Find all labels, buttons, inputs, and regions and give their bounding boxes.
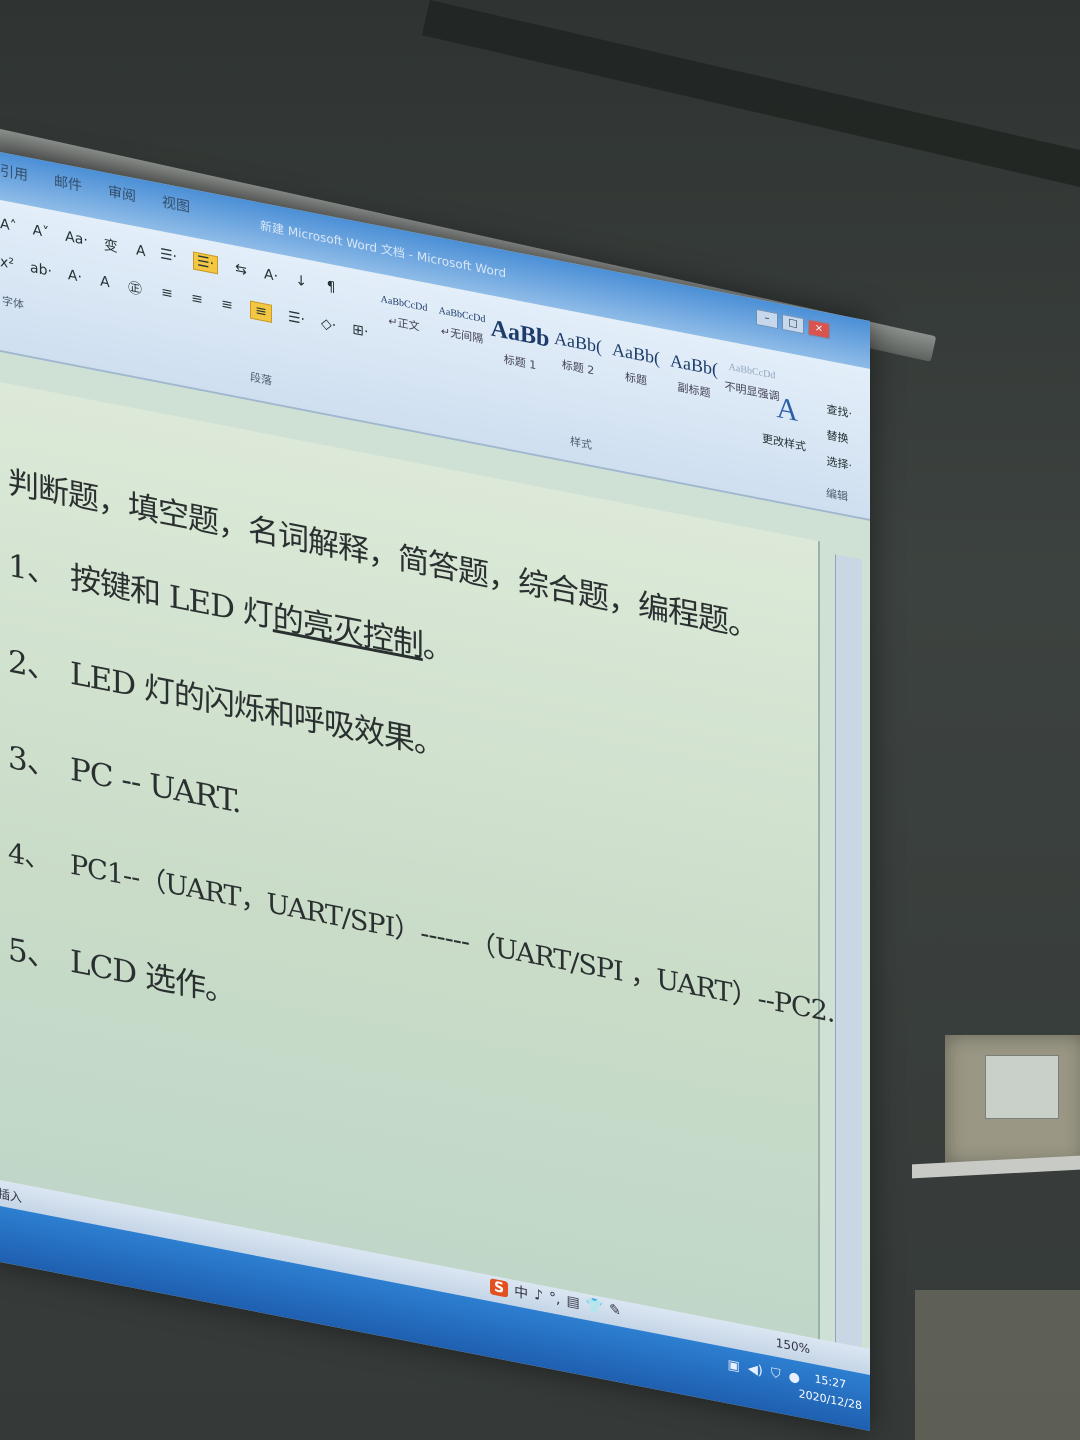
style-caption: ↵无间隔 <box>440 324 484 346</box>
align-right-icon[interactable]: ≡ <box>220 296 234 315</box>
insert-mode-indicator[interactable]: 插入 <box>0 1185 22 1207</box>
close-button[interactable]: × <box>808 319 830 340</box>
find-button[interactable]: 查找· <box>827 401 853 422</box>
tab-mailings[interactable]: 邮件 <box>54 170 82 195</box>
tab-view[interactable]: 视图 <box>162 191 190 216</box>
show-marks-icon[interactable]: ¶ <box>324 278 338 297</box>
align-center-icon[interactable]: ≡ <box>190 290 204 309</box>
phonetic-icon[interactable]: 变 <box>104 234 118 257</box>
numbering-icon[interactable]: ☰· <box>193 251 219 275</box>
system-tray: ▣ ◀) ⛉ ● <box>728 1357 800 1386</box>
cabinet <box>915 1290 1080 1440</box>
window-controls: – □ × <box>756 308 830 340</box>
list-text: PC -- UART. <box>70 751 241 821</box>
highlight-icon[interactable]: ab· <box>30 260 52 280</box>
superscript-icon[interactable]: x² <box>0 254 14 273</box>
volume-icon[interactable]: ◀) <box>748 1361 763 1379</box>
network-icon[interactable]: ▣ <box>728 1357 740 1374</box>
font-tools-row2: x² ab· A· A ㊣ <box>0 252 142 300</box>
styles-group-label: 样式 <box>570 434 592 453</box>
list-number: 2、 <box>8 643 57 689</box>
list-text: 按键和 LED 灯 <box>70 559 273 635</box>
tab-review[interactable]: 审阅 <box>108 181 136 206</box>
ime-chinese-mode[interactable]: 中 <box>514 1281 528 1304</box>
ime-keyboard-icon[interactable]: ▤ <box>566 1293 579 1312</box>
list-number: 1、 <box>8 547 57 593</box>
style-sample: AaBbCcDd <box>380 293 428 315</box>
style-sample: AaBbCcDd <box>438 305 486 326</box>
style-caption: 标题 2 <box>561 358 595 378</box>
char-border-icon[interactable]: A <box>134 242 148 261</box>
font-color-icon[interactable]: A· <box>68 267 82 286</box>
chinese-layout-icon[interactable]: A· <box>264 266 278 285</box>
bullets-icon[interactable]: ☰· <box>160 246 177 265</box>
style-title[interactable]: AaBb( 标题 <box>612 339 660 397</box>
style-sample: AaBb( <box>612 338 660 369</box>
style-sample: AaBb( <box>554 327 602 357</box>
underlined-text: 的亮灭控制 <box>272 598 423 665</box>
shading-icon[interactable]: ◇· <box>321 315 336 334</box>
style-caption: 标题 <box>625 370 647 388</box>
grow-font-icon[interactable]: A˄ <box>0 216 17 235</box>
vertical-scrollbar[interactable] <box>835 554 862 1360</box>
taskbar-clock[interactable]: 15:27 2020/12/28 <box>799 1367 862 1415</box>
ime-punctuation-icon[interactable]: °, <box>549 1290 560 1308</box>
edit-group-label: 编辑 <box>826 486 848 504</box>
replace-button[interactable]: 替换 <box>827 427 853 448</box>
style-caption: 不明显强调 <box>724 379 780 404</box>
document-text: 判断题，填空题，名词解释，简答题，综合题，编程题。 1、 按键和 LED 灯的亮灭… <box>8 447 834 1143</box>
borders-icon[interactable]: ⊞· <box>352 321 368 340</box>
tab-references[interactable]: 引用 <box>0 160 28 185</box>
sort-icon[interactable]: ↓ <box>294 272 308 291</box>
list-number: 3、 <box>8 739 57 785</box>
security-shield-icon[interactable]: ⛉ <box>771 1366 781 1383</box>
shelf <box>912 1155 1080 1179</box>
style-normal[interactable]: AaBbCcDd ↵正文 <box>380 294 428 352</box>
ceiling-beam <box>421 0 1080 193</box>
shrink-font-icon[interactable]: A˅ <box>33 222 50 241</box>
maximize-button[interactable]: □ <box>782 313 804 335</box>
minimize-button[interactable]: – <box>756 308 778 330</box>
align-left-icon[interactable]: ≡ <box>160 284 174 303</box>
style-sample: AaBb( <box>670 350 718 380</box>
font-group-label: 字体 <box>2 294 24 312</box>
style-caption: 副标题 <box>677 380 711 401</box>
sogou-logo-icon[interactable]: S <box>490 1278 509 1298</box>
ime-music-icon[interactable]: ♪ <box>534 1287 543 1305</box>
list-text-end: 。 <box>422 628 453 670</box>
style-heading-1[interactable]: AaBb 标题 1 <box>491 315 550 374</box>
wall-label <box>985 1055 1059 1119</box>
paragraph-group-label: 段落 <box>250 370 272 388</box>
editing-group: 查找· 替换 选择· <box>827 401 853 474</box>
list-number: 5、 <box>8 931 57 977</box>
style-sample: AaBb <box>490 315 550 353</box>
char-shading-icon[interactable]: A <box>98 273 112 292</box>
change-styles-icon[interactable]: A <box>776 391 798 429</box>
indent-icon[interactable]: ⇆ <box>234 260 248 279</box>
style-no-spacing[interactable]: AaBbCcDd ↵无间隔 <box>438 305 486 363</box>
change-case-icon[interactable]: Aa· <box>65 229 88 249</box>
style-heading-2[interactable]: AaBb( 标题 2 <box>554 328 602 386</box>
style-subtle-emphasis[interactable]: AaBbCcDd 不明显强调 <box>725 361 780 419</box>
zoom-level[interactable]: 150% <box>776 1336 810 1357</box>
justify-icon[interactable]: ≡ <box>250 300 272 323</box>
change-styles-label[interactable]: 更改样式 <box>762 430 806 455</box>
select-button[interactable]: 选择· <box>827 453 853 474</box>
enclose-char-icon[interactable]: ㊣ <box>128 277 142 300</box>
style-caption: 标题 1 <box>503 352 537 373</box>
list-number: 4、 <box>8 837 51 877</box>
style-sample: AaBbCcDd <box>728 361 776 382</box>
ime-tools-icon[interactable]: ✎ <box>609 1301 621 1319</box>
ime-skin-icon[interactable]: 👕 <box>586 1297 603 1316</box>
list-text: LCD 选作。 <box>70 943 236 1012</box>
projected-word-window: 引用 邮件 审阅 视图 新建 Microsoft Word 文档 - Micro… <box>0 150 870 1432</box>
style-subtitle[interactable]: AaBb( 副标题 <box>670 350 718 408</box>
line-spacing-icon[interactable]: ☰· <box>288 309 305 328</box>
style-caption: ↵正文 <box>388 314 420 334</box>
